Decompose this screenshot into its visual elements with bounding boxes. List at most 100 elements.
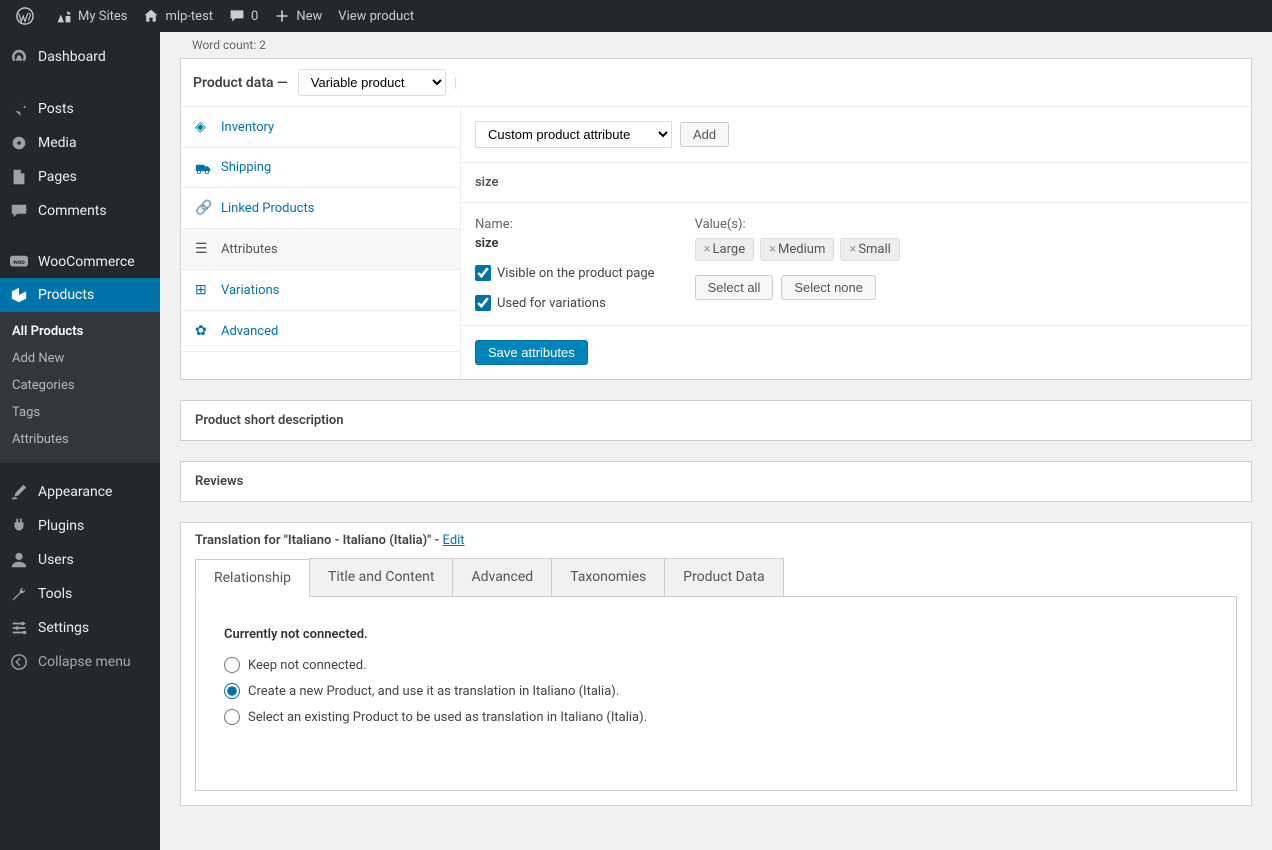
sidebar-sub-all-products[interactable]: All Products bbox=[0, 318, 160, 345]
tab-variations[interactable]: ⊞Variations bbox=[181, 270, 460, 311]
comments-link[interactable]: 0 bbox=[221, 0, 266, 32]
sidebar-item-products[interactable]: Products bbox=[0, 278, 160, 312]
radio-select[interactable] bbox=[224, 709, 240, 725]
user-icon bbox=[10, 551, 30, 569]
reviews-panel-header[interactable]: Reviews bbox=[180, 461, 1252, 502]
gear-icon: ✿ bbox=[195, 323, 211, 339]
sidebar-item-users[interactable]: Users bbox=[0, 543, 160, 577]
attribute-value-tag[interactable]: Small bbox=[840, 238, 899, 261]
visible-label: Visible on the product page bbox=[497, 266, 655, 281]
new-link[interactable]: New bbox=[266, 0, 330, 32]
plus-icon bbox=[274, 8, 290, 24]
sidebar-sub-tags[interactable]: Tags bbox=[0, 399, 160, 426]
visible-checkbox[interactable] bbox=[475, 265, 491, 281]
sidebar-item-dashboard[interactable]: Dashboard bbox=[0, 40, 160, 74]
sidebar-item-pages[interactable]: Pages bbox=[0, 160, 160, 194]
pin-icon bbox=[10, 100, 30, 118]
wp-logo[interactable] bbox=[8, 0, 48, 32]
attribute-value-tag[interactable]: Large bbox=[695, 238, 755, 261]
wordpress-icon bbox=[16, 7, 34, 25]
sidebar-item-settings[interactable]: Settings bbox=[0, 611, 160, 645]
radio-keep[interactable] bbox=[224, 657, 240, 673]
attribute-value-tag[interactable]: Medium bbox=[760, 238, 834, 261]
product-data-title: Product data — bbox=[193, 75, 288, 91]
used-variations-checkbox[interactable] bbox=[475, 295, 491, 311]
home-icon bbox=[143, 8, 159, 24]
product-data-tabs: ◈Inventory Shipping 🔗Linked Products ☰At… bbox=[181, 107, 461, 379]
radio-create[interactable] bbox=[224, 683, 240, 699]
brush-icon bbox=[10, 483, 30, 501]
admin-topbar: My Sites mlp-test 0 New View product bbox=[0, 0, 1272, 32]
dashboard-icon bbox=[10, 48, 30, 66]
tab-shipping[interactable]: Shipping bbox=[181, 148, 460, 188]
connection-status-title: Currently not connected. bbox=[224, 627, 1208, 642]
translation-title: Translation for "Italiano - Italiano (It… bbox=[195, 533, 443, 548]
collapse-icon bbox=[10, 653, 30, 671]
media-icon bbox=[10, 134, 30, 152]
short-description-panel-header[interactable]: Product short description bbox=[180, 400, 1252, 441]
sidebar-item-appearance[interactable]: Appearance bbox=[0, 475, 160, 509]
grid-icon: ⊞ bbox=[195, 282, 211, 298]
tab-taxonomies[interactable]: Taxonomies bbox=[551, 558, 665, 596]
list-icon: ☰ bbox=[195, 241, 211, 257]
attribute-name-value: size bbox=[475, 236, 655, 251]
product-type-select[interactable]: Variable product bbox=[298, 69, 446, 96]
radio-create-label: Create a new Product, and use it as tran… bbox=[248, 684, 619, 699]
tab-linked-products[interactable]: 🔗Linked Products bbox=[181, 188, 460, 229]
add-attribute-button[interactable]: Add bbox=[680, 122, 729, 147]
attribute-type-select[interactable]: Custom product attribute bbox=[475, 121, 672, 148]
sliders-icon bbox=[10, 619, 30, 637]
tab-product-data[interactable]: Product Data bbox=[664, 558, 783, 596]
collapse-menu-button[interactable]: Collapse menu bbox=[0, 645, 160, 679]
tab-inventory[interactable]: ◈Inventory bbox=[181, 107, 460, 148]
link-icon: 🔗 bbox=[195, 200, 211, 216]
tab-relationship[interactable]: Relationship bbox=[195, 559, 310, 597]
sidebar-item-plugins[interactable]: Plugins bbox=[0, 509, 160, 543]
woo-icon: woo bbox=[10, 255, 30, 269]
sidebar-item-woocommerce[interactable]: wooWooCommerce bbox=[0, 246, 160, 278]
sidebar-item-media[interactable]: Media bbox=[0, 126, 160, 160]
sidebar-sub-attributes[interactable]: Attributes bbox=[0, 426, 160, 453]
comment-icon bbox=[229, 8, 245, 24]
sidebar-item-posts[interactable]: Posts bbox=[0, 92, 160, 126]
plug-icon bbox=[10, 517, 30, 535]
used-variations-label: Used for variations bbox=[497, 296, 606, 311]
tab-advanced[interactable]: ✿Advanced bbox=[181, 311, 460, 352]
network-icon bbox=[56, 8, 72, 24]
site-name-label: mlp-test bbox=[165, 9, 213, 24]
wrench-icon bbox=[10, 585, 30, 603]
comment-icon bbox=[10, 202, 30, 220]
select-all-button[interactable]: Select all bbox=[695, 275, 774, 300]
view-product-link[interactable]: View product bbox=[330, 0, 422, 32]
view-product-label: View product bbox=[338, 9, 414, 24]
my-sites-link[interactable]: My Sites bbox=[48, 0, 135, 32]
main-content: Word count: 2 Product data — Variable pr… bbox=[160, 32, 1272, 850]
translation-edit-link[interactable]: Edit bbox=[443, 533, 465, 548]
name-label: Name: bbox=[475, 217, 655, 232]
site-name-link[interactable]: mlp-test bbox=[135, 0, 221, 32]
tab-advanced[interactable]: Advanced bbox=[452, 558, 552, 596]
comments-count: 0 bbox=[251, 9, 258, 24]
my-sites-label: My Sites bbox=[78, 9, 127, 24]
word-count-text: Word count: 2 bbox=[180, 32, 1252, 58]
attribute-name-header[interactable]: size bbox=[461, 163, 1251, 203]
values-label: Value(s): bbox=[695, 217, 900, 232]
sidebar-item-comments[interactable]: Comments bbox=[0, 194, 160, 228]
product-data-panel: Product data — Variable product | ◈Inven… bbox=[180, 58, 1252, 380]
sidebar-sub-add-new[interactable]: Add New bbox=[0, 345, 160, 372]
radio-keep-label: Keep not connected. bbox=[248, 658, 367, 673]
inventory-icon: ◈ bbox=[195, 119, 211, 135]
translation-panel: Translation for "Italiano - Italiano (It… bbox=[180, 522, 1252, 806]
select-none-button[interactable]: Select none bbox=[781, 275, 876, 300]
sidebar-sub-categories[interactable]: Categories bbox=[0, 372, 160, 399]
tab-title-content[interactable]: Title and Content bbox=[309, 558, 454, 596]
truck-icon bbox=[195, 162, 211, 174]
pages-icon bbox=[10, 168, 30, 186]
tab-attributes[interactable]: ☰Attributes bbox=[181, 229, 460, 270]
save-attributes-button[interactable]: Save attributes bbox=[475, 340, 588, 365]
radio-select-label: Select an existing Product to be used as… bbox=[248, 710, 647, 725]
svg-text:woo: woo bbox=[13, 258, 25, 266]
sidebar-item-tools[interactable]: Tools bbox=[0, 577, 160, 611]
admin-sidebar: Dashboard Posts Media Pages Comments woo… bbox=[0, 32, 160, 850]
new-label: New bbox=[296, 9, 322, 24]
